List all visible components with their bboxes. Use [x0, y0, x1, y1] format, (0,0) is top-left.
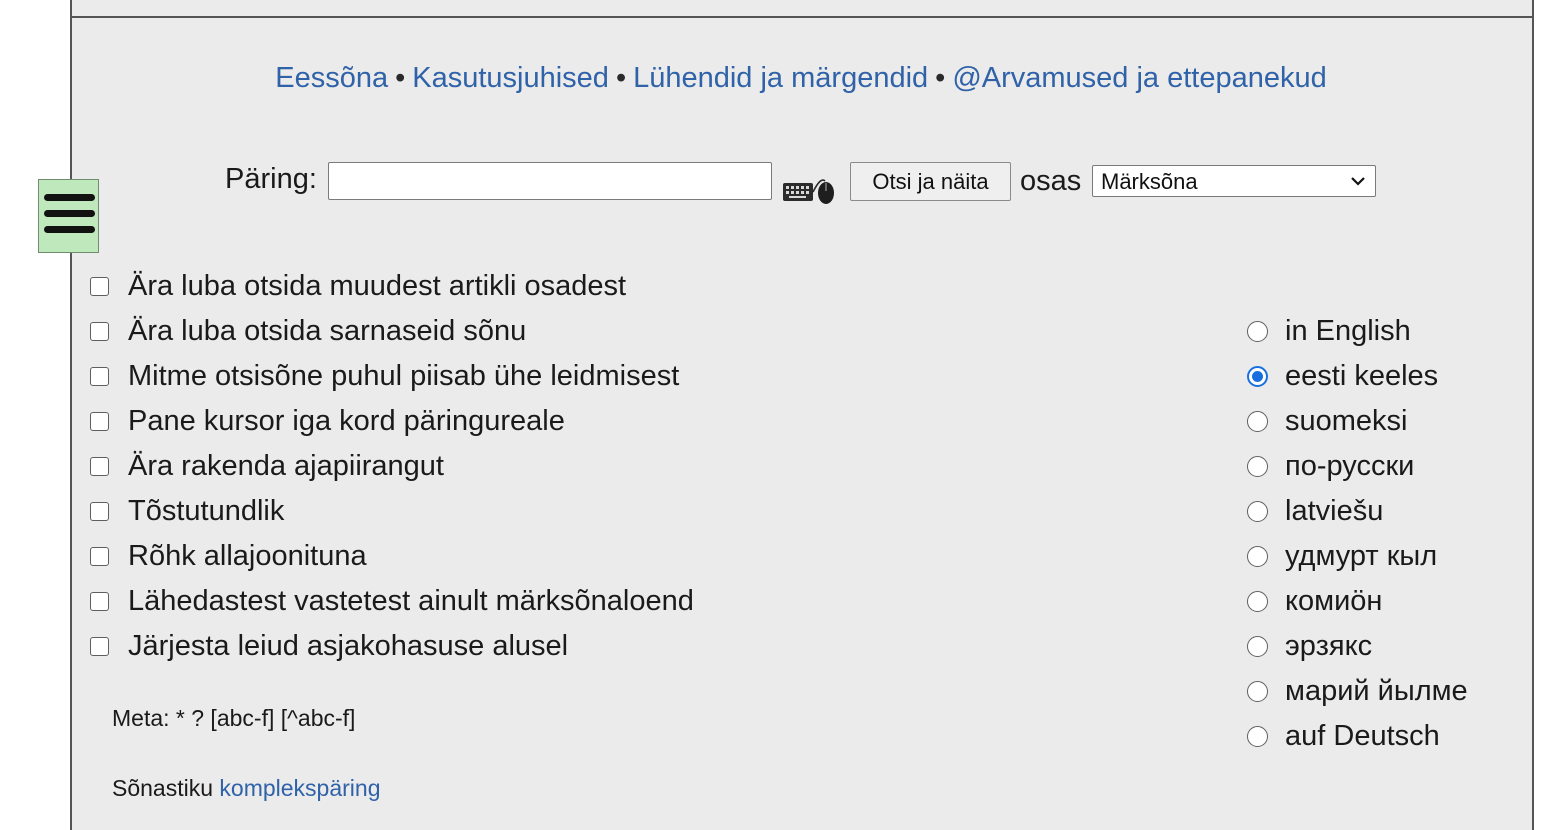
- top-nav: Eessõna • Kasutusjuhised • Lühendid ja märge…: [70, 62, 1532, 95]
- checkbox[interactable]: [90, 592, 109, 611]
- radio-button[interactable]: [1247, 681, 1268, 702]
- lang-option-komi[interactable]: комиӧн: [1247, 579, 1468, 624]
- option-label: Järjesta leiud asjakohasuse alusel: [128, 630, 569, 662]
- lang-option-english[interactable]: in English: [1247, 309, 1468, 354]
- lang-option-estonian[interactable]: eesti keeles: [1247, 354, 1468, 399]
- checkbox[interactable]: [90, 502, 109, 521]
- complex-search-link[interactable]: komplekspäring: [219, 775, 380, 801]
- lang-label: eesti keeles: [1285, 360, 1439, 392]
- lang-option-german[interactable]: auf Deutsch: [1247, 714, 1468, 759]
- complex-search-prefix: Sõnastiku: [112, 775, 214, 801]
- search-options: Ära luba otsida muudest artikli osadest …: [90, 264, 694, 669]
- lang-option-finnish[interactable]: suomeksi: [1247, 399, 1468, 444]
- option-focus-query-line[interactable]: Pane kursor iga kord päringureale: [90, 399, 694, 444]
- option-label: Mitme otsisõne puhul piisab ühe leidmise…: [128, 360, 680, 392]
- lang-label: auf Deutsch: [1285, 720, 1440, 752]
- option-label: Lähedastest vastetest ainult märksõnaloe…: [128, 585, 694, 617]
- keyboard-mouse-icon[interactable]: [782, 172, 838, 206]
- option-label: Pane kursor iga kord päringureale: [128, 405, 565, 437]
- nav-link-kasutusjuhised[interactable]: Kasutusjuhised: [412, 62, 609, 94]
- nav-separator: •: [395, 62, 406, 94]
- option-no-time-limit[interactable]: Ära rakenda ajapiirangut: [90, 444, 694, 489]
- nav-link-luhendid[interactable]: Lühendid ja märgendid: [633, 62, 928, 94]
- option-label: Ära rakenda ajapiirangut: [128, 450, 444, 482]
- lang-label: по-русски: [1285, 450, 1415, 482]
- lang-label: эрзякс: [1285, 630, 1373, 662]
- option-headword-list-only[interactable]: Lähedastest vastetest ainult märksõnaloe…: [90, 579, 694, 624]
- nav-separator: •: [935, 62, 946, 94]
- search-button[interactable]: Otsi ja näita: [850, 162, 1011, 201]
- lang-option-mari[interactable]: марий йылме: [1247, 669, 1468, 714]
- top-divider: [70, 16, 1532, 18]
- complex-search-line: Sõnastiku komplekspäring: [112, 775, 381, 802]
- checkbox[interactable]: [90, 547, 109, 566]
- language-options: in English eesti keeles suomeksi по-русс…: [1247, 309, 1468, 759]
- checkbox[interactable]: [90, 277, 109, 296]
- checkbox[interactable]: [90, 457, 109, 476]
- checkbox[interactable]: [90, 367, 109, 386]
- radio-button[interactable]: [1247, 636, 1268, 657]
- lang-label: in English: [1285, 315, 1411, 347]
- scope-selected-value: Märksõna: [1101, 169, 1198, 194]
- option-any-word-match[interactable]: Mitme otsisõne puhul piisab ühe leidmise…: [90, 354, 694, 399]
- nav-link-arvamused[interactable]: @Arvamused ja ettepanekud: [952, 62, 1326, 94]
- meta-syntax-hint: Meta: * ? [abc-f] [^abc-f]: [112, 705, 356, 731]
- option-no-similar-words[interactable]: Ära luba otsida sarnaseid sõnu: [90, 309, 694, 354]
- chevron-down-icon: [1351, 177, 1365, 186]
- option-label: Ära luba otsida muudest artikli osadest: [128, 270, 627, 302]
- lang-option-latvian[interactable]: latviešu: [1247, 489, 1468, 534]
- checkbox[interactable]: [90, 322, 109, 341]
- option-no-other-parts[interactable]: Ära luba otsida muudest artikli osadest: [90, 264, 694, 309]
- search-input[interactable]: [328, 162, 772, 200]
- scope-select[interactable]: Märksõna: [1092, 165, 1376, 197]
- checkbox[interactable]: [90, 412, 109, 431]
- nav-separator: •: [615, 62, 627, 94]
- lang-option-udmurt[interactable]: удмурт кыл: [1247, 534, 1468, 579]
- option-label: Rõhk allajoonituna: [128, 540, 367, 572]
- lang-option-russian[interactable]: по-русски: [1247, 444, 1468, 489]
- search-label: Päring:: [225, 163, 317, 195]
- option-underline-stress[interactable]: Rõhk allajoonituna: [90, 534, 694, 579]
- radio-button[interactable]: [1247, 501, 1268, 522]
- menu-button[interactable]: [38, 179, 99, 253]
- lang-label: удмурт кыл: [1285, 540, 1438, 572]
- scope-label: osas: [1020, 165, 1082, 197]
- radio-button[interactable]: [1247, 321, 1268, 342]
- lang-label: suomeksi: [1285, 405, 1408, 437]
- option-label: Tõstutundlik: [128, 495, 285, 527]
- option-case-sensitive[interactable]: Tõstutundlik: [90, 489, 694, 534]
- checkbox[interactable]: [90, 637, 109, 656]
- option-sort-by-relevance[interactable]: Järjesta leiud asjakohasuse alusel: [90, 624, 694, 669]
- radio-button[interactable]: [1247, 591, 1268, 612]
- radio-button[interactable]: [1247, 456, 1268, 477]
- radio-button[interactable]: [1247, 411, 1268, 432]
- radio-button-selected[interactable]: [1247, 366, 1268, 387]
- radio-button[interactable]: [1247, 726, 1268, 747]
- option-label: Ära luba otsida sarnaseid sõnu: [128, 315, 527, 347]
- radio-button[interactable]: [1247, 546, 1268, 567]
- lang-label: комиӧн: [1285, 585, 1383, 617]
- lang-label: latviešu: [1285, 495, 1384, 527]
- nav-link-eessona[interactable]: Eessõna: [275, 62, 388, 94]
- lang-label: марий йылме: [1285, 675, 1468, 707]
- lang-option-erzya[interactable]: эрзякс: [1247, 624, 1468, 669]
